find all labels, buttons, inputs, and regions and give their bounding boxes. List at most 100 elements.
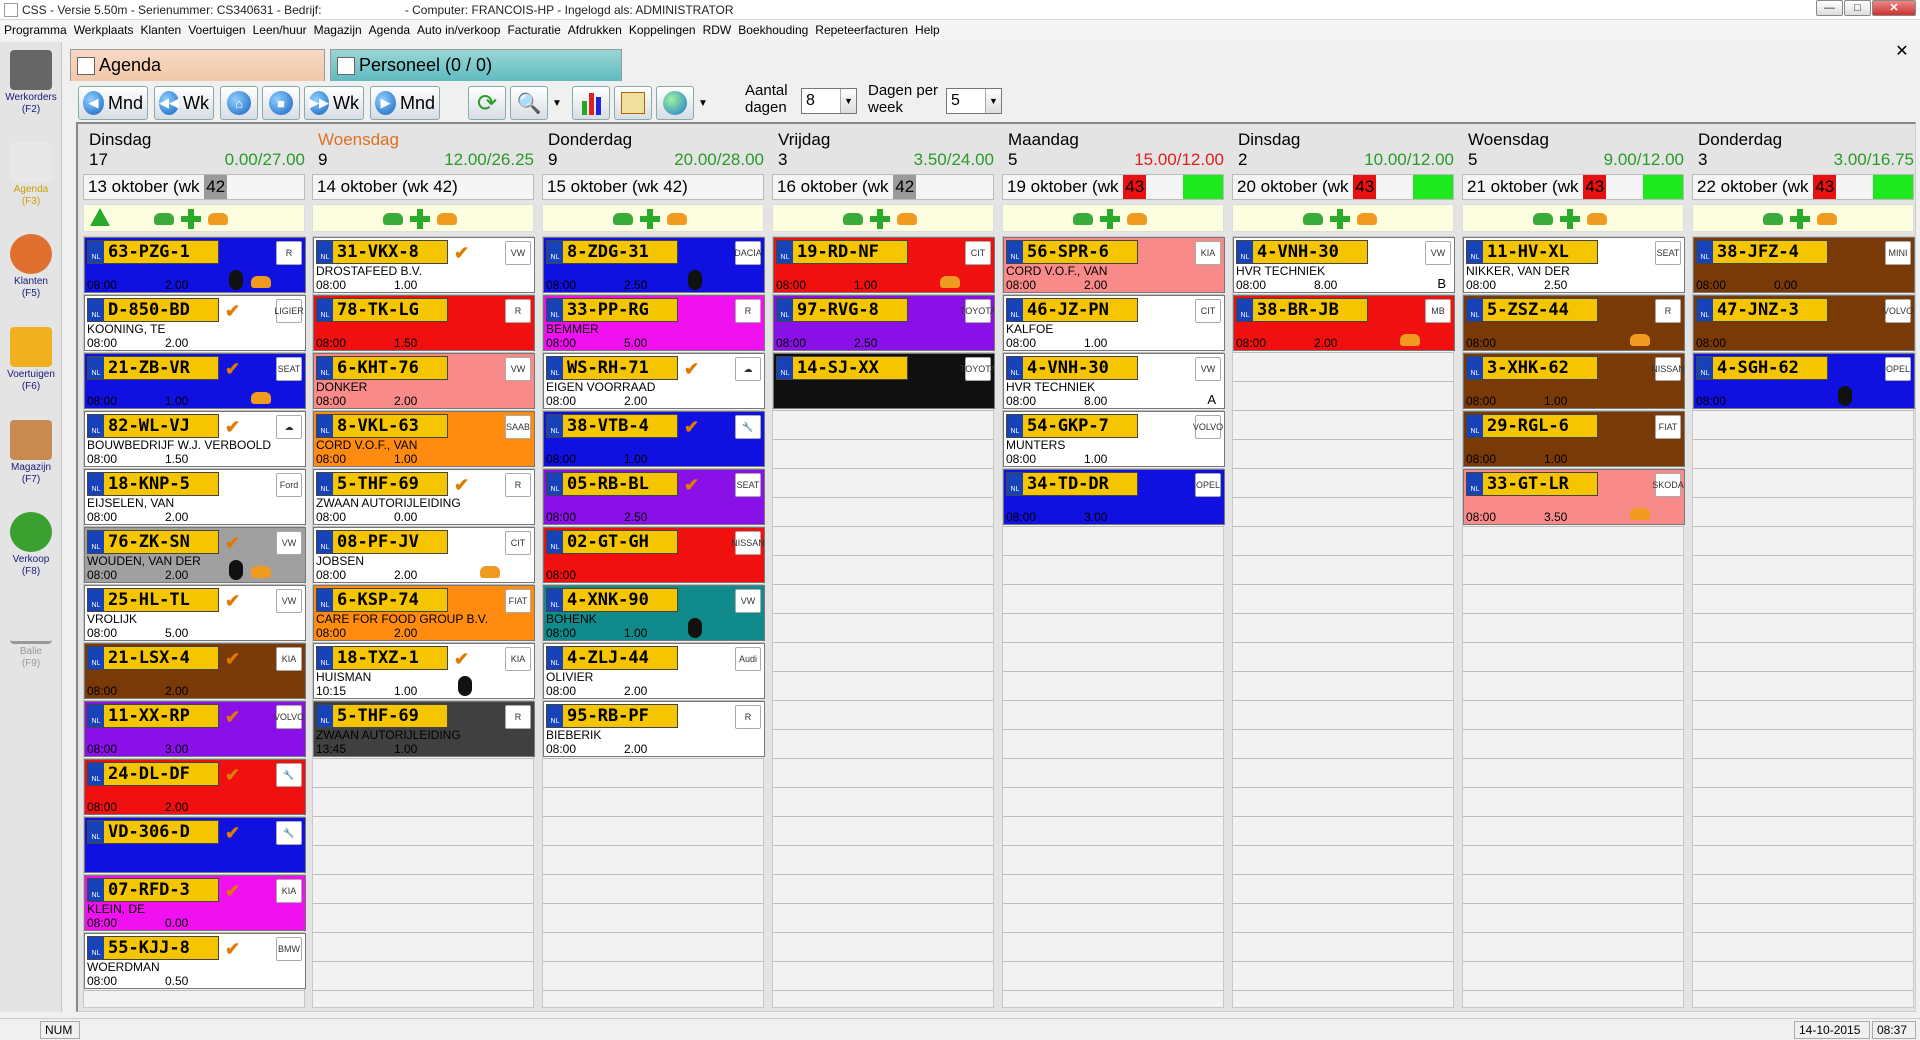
car-green-icon[interactable] [843,213,863,225]
date-bar[interactable]: 16 oktober (wk 42 [772,174,994,200]
appointment-card[interactable]: 63-PZG-1 08:00 2.00 R [84,237,306,293]
appointment-card[interactable]: 4-XNK-90BOHENK08:00 1.00 VW [543,585,765,641]
refresh-button[interactable]: ⟳ [468,86,506,120]
search-dropdown-arrow[interactable]: ▼ [550,86,564,120]
aantal-dagen-select[interactable]: 8 ▼ [801,88,857,114]
appointment-card[interactable]: 76-ZK-SNWOUDEN, VAN DER08:002.00✔VW [84,527,306,583]
sidebar-item-klanten[interactable]: Klanten (F5) [0,234,62,300]
appointment-card[interactable]: 38-BR-JB 08:00 2.00 MB [1233,295,1455,351]
prev-month-button[interactable]: ◀ Mnd [78,86,148,120]
car-orange-icon[interactable] [208,213,228,225]
appointment-card[interactable]: 11-HV-XLNIKKER, VAN DER08:00 2.50 SEAT [1463,237,1685,293]
car-green-icon[interactable] [613,213,633,225]
menu-item-voertuigen[interactable]: Voertuigen [188,23,245,37]
prev-week-button[interactable]: ◀◀ Wk [154,86,214,120]
add-icon[interactable] [639,208,661,230]
appointment-card[interactable]: 07-RFD-3KLEIN, DE08:00 0.00 ✔ KIA [84,875,306,931]
appointment-card[interactable]: 4-VNH-30HVR TECHNIEK08:00 8.00 B VW [1233,237,1455,293]
menu-item-leen-huur[interactable]: Leen/huur [253,23,307,37]
add-icon[interactable] [409,208,431,230]
time-slots[interactable]: 38-JFZ-408:000.00MINI47-JNZ-308:00VOLVO4… [1692,236,1915,1008]
maximize-button[interactable]: □ [1844,0,1871,16]
menu-item-facturatie[interactable]: Facturatie [507,23,560,37]
car-green-icon[interactable] [1533,213,1553,225]
appointment-card[interactable]: 4-VNH-30HVR TECHNIEK08:00 8.00 A VW [1003,353,1225,409]
menu-item-klanten[interactable]: Klanten [141,23,182,37]
minimize-button[interactable]: — [1816,0,1843,16]
appointment-card[interactable]: 56-SPR-6CORD V.O.F., VAN08:00 2.00 KIA [1003,237,1225,293]
sidebar-item-voertuigen[interactable]: Voertuigen (F6) [0,327,62,393]
appointment-card[interactable]: 97-RVG-8 08:00 2.50 TOYOTA [773,295,995,351]
menu-item-auto-in-verkoop[interactable]: Auto in/verkoop [417,23,500,37]
car-orange-icon[interactable] [1817,213,1837,225]
add-icon[interactable] [180,208,202,230]
appointment-card[interactable]: 55-KJJ-8WOERDMAN08:00 0.50 ✔ BMW [84,933,306,989]
appointment-card[interactable]: 33-GT-LR 08:00 3.50 SKODA [1463,469,1685,525]
appointment-card[interactable]: 19-RD-NF 08:00 1.00 CIT [773,237,995,293]
appointment-card[interactable]: D-850-BDKOONING, TE08:00 2.00 ✔ LIGIER [84,295,306,351]
time-slots[interactable]: 56-SPR-6CORD V.O.F., VAN08:002.00KIA46-J… [1002,236,1225,1008]
tab-agenda[interactable]: Agenda [70,49,325,81]
appointment-card[interactable]: 31-VKX-8DROSTAFEED B.V.08:00 1.00 ✔ VW [313,237,535,293]
appointment-card[interactable]: 21-LSX-4 08:00 2.00 ✔ KIA [84,643,306,699]
date-bar[interactable]: 14 oktober (wk 42) [312,174,534,200]
appointment-card[interactable]: 6-KHT-76DONKER08:00 2.00 VW [313,353,535,409]
add-icon[interactable] [1099,208,1121,230]
globe-button[interactable] [656,86,694,120]
close-tab-button[interactable]: ✕ [1894,44,1910,60]
appointment-card[interactable]: 02-GT-GH 08:00 NISSAN [543,527,765,583]
sidebar-item-agenda[interactable]: Agenda (F3) [0,142,62,208]
add-icon[interactable] [1559,208,1581,230]
date-bar[interactable]: 19 oktober (wk 43 [1002,174,1224,200]
appointment-card[interactable]: 08-PF-JVJOBSEN08:002.00CIT [313,527,535,583]
add-icon[interactable] [1789,208,1811,230]
home-button[interactable]: ⌂ [220,86,258,120]
appointment-card[interactable]: 8-VKL-63CORD V.O.F., VAN08:00 1.00 SAAB [313,411,535,467]
car-green-icon[interactable] [383,213,403,225]
time-slots[interactable]: 4-VNH-30HVR TECHNIEK08:008.00BVW38-BR-JB… [1232,236,1455,1008]
appointment-card[interactable]: 21-ZB-VR 08:00 1.00 ✔ SEAT [84,353,306,409]
car-green-icon[interactable] [1303,213,1323,225]
appointment-card[interactable]: 24-DL-DF 08:00 2.00 ✔ 🔧 [84,759,306,815]
next-month-button[interactable]: ▶ Mnd [370,86,440,120]
appointment-card[interactable]: 6-KSP-74CARE FOR FOOD GROUP B.V.08:00 2.0… [313,585,535,641]
appointment-card[interactable]: 05-RB-BL 08:00 2.50 ✔ SEAT [543,469,765,525]
car-green-icon[interactable] [154,213,174,225]
car-green-icon[interactable] [1073,213,1093,225]
menu-item-boekhouding[interactable]: Boekhouding [738,23,808,37]
next-week-button[interactable]: ▶▶ Wk [304,86,364,120]
car-orange-icon[interactable] [897,213,917,225]
appointment-card[interactable]: 95-RB-PFBIEBERIK08:00 2.00 R [543,701,765,757]
appointment-card[interactable]: VD-306-D ✔ 🔧 [84,817,306,873]
appointment-card[interactable]: 8-ZDG-31 08:00 2.50 DACIA [543,237,765,293]
sidebar-item-balie[interactable]: Balie (F9) [0,604,62,670]
time-slots[interactable]: 31-VKX-8DROSTAFEED B.V.08:001.00✔VW78-TK… [312,236,535,1008]
globe-dropdown-arrow[interactable]: ▼ [696,86,710,120]
menu-item-afdrukken[interactable]: Afdrukken [568,23,622,37]
sidebar-item-magazijn[interactable]: Magazijn (F7) [0,420,62,486]
search-button[interactable]: 🔍 [510,86,548,120]
appointment-card[interactable]: 14-SJ-XX TOYOTA [773,353,995,409]
add-icon[interactable] [1329,208,1351,230]
car-orange-icon[interactable] [1587,213,1607,225]
car-green-icon[interactable] [1763,213,1783,225]
appointment-card[interactable]: 18-KNP-5EIJSELEN, VAN08:00 2.00 Ford [84,469,306,525]
appointment-card[interactable]: 82-WL-VJBOUWBEDRIJF W.J. VERBOOLD08:00 1.… [84,411,306,467]
sidebar-item-verkoop[interactable]: Verkoop (F8) [0,512,62,578]
car-orange-icon[interactable] [1357,213,1377,225]
menu-item-werkplaats[interactable]: Werkplaats [74,23,134,37]
date-bar[interactable]: 21 oktober (wk 43 [1462,174,1684,200]
date-bar[interactable]: 15 oktober (wk 42) [542,174,764,200]
menu-item-programma[interactable]: Programma [4,23,67,37]
arrow-up-icon[interactable] [90,208,110,226]
appointment-card[interactable]: 29-RGL-6 08:00 1.00 FIAT [1463,411,1685,467]
tab-personeel[interactable]: Personeel (0 / 0) [330,49,622,81]
date-bar[interactable]: 13 oktober (wk 42 [83,174,305,200]
car-orange-icon[interactable] [437,213,457,225]
appointment-card[interactable]: 4-SGH-62 08:00 OPEL [1693,353,1915,409]
time-slots[interactable]: 19-RD-NF 08:00 1.00 CIT 97-RVG-8 08:00 2.50 TOY… [772,236,995,1008]
time-slots[interactable]: 11-HV-XLNIKKER, VAN DER08:002.50SEAT5-ZS… [1462,236,1685,1008]
menu-item-help[interactable]: Help [915,23,940,37]
appointment-card[interactable]: 25-HL-TLVROLIJK08:00 5.00 ✔ VW [84,585,306,641]
menu-item-rdw[interactable]: RDW [703,23,732,37]
